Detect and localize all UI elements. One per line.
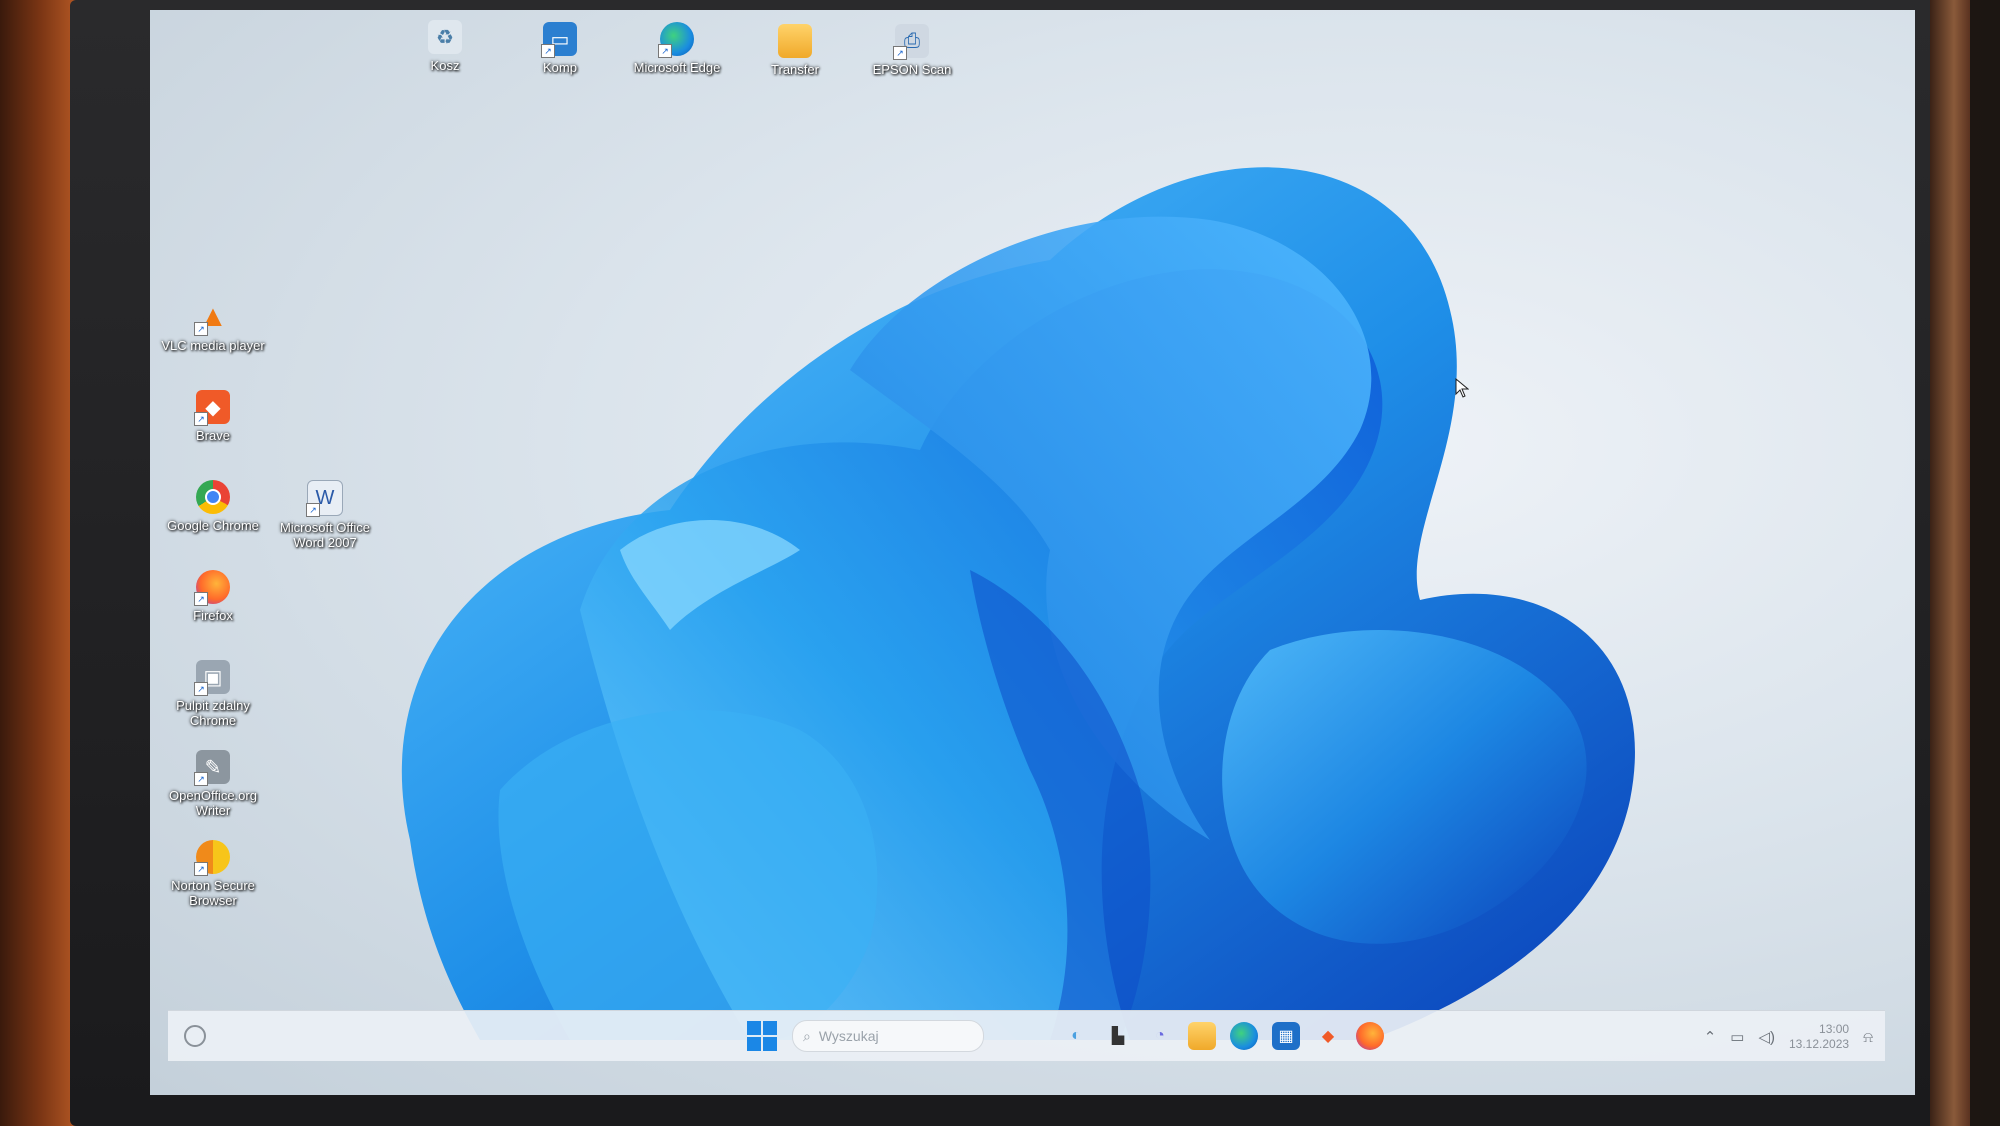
desktop-icon-firefox[interactable]: ↗ Firefox xyxy=(158,570,268,623)
chrome-icon xyxy=(196,480,230,514)
word-icon: W ↗ xyxy=(306,480,343,517)
norton-browser-icon: ↗ xyxy=(194,840,230,876)
desktop-icon-label: Microsoft Office Word 2007 xyxy=(279,520,371,550)
chevron-up-icon[interactable]: ⌃ xyxy=(1704,1028,1717,1046)
desktop-icon-komp[interactable]: ▭ ↗ Komp xyxy=(505,22,615,75)
desktop-icon-label: Transfer xyxy=(771,62,819,77)
windows-logo-square xyxy=(747,1037,761,1051)
desktop-icon-label: Kosz xyxy=(430,58,460,73)
task-view-icon[interactable]: ▙ xyxy=(1104,1022,1132,1050)
desktop-icon-openoffice-writer[interactable]: ✎ ↗ OpenOffice.org Writer xyxy=(158,750,268,818)
edge-icon: ↗ xyxy=(658,22,694,58)
clock[interactable]: 13:00 13.12.2023 xyxy=(1789,1022,1849,1052)
clock-time: 13:00 xyxy=(1819,1022,1850,1036)
copilot-icon[interactable]: ◐ xyxy=(1062,1022,1090,1050)
file-explorer-icon[interactable] xyxy=(1188,1022,1216,1050)
recycle-bin-icon: ♻ xyxy=(428,20,462,54)
network-icon[interactable]: ▭ xyxy=(1730,1028,1744,1046)
scanner-icon: ⎙ ↗ xyxy=(893,24,929,60)
brave-icon[interactable]: ◆ xyxy=(1314,1022,1342,1050)
taskbar-search[interactable]: ⌕ Wyszukaj xyxy=(792,1020,984,1052)
store-icon[interactable]: ▦ xyxy=(1272,1022,1300,1050)
taskbar: ⌕ Wyszukaj ◐ ▙ ◔ ▦ ◆ ⌃ ▭ ◁) 13:00 13.12.… xyxy=(168,1010,1885,1061)
desktop-icon-microsoft-edge[interactable]: ↗ Microsoft Edge xyxy=(622,22,732,75)
desktop-icon-epson-scan[interactable]: ⎙ ↗ EPSON Scan xyxy=(857,24,967,77)
folder-icon xyxy=(778,24,812,58)
desktop-icon-label: Firefox xyxy=(193,608,233,623)
desktop-icon-word-2007[interactable]: W ↗ Microsoft Office Word 2007 xyxy=(270,480,380,550)
desktop-icon-pulpit-zdalny-chrome[interactable]: ▣ ↗ Pulpit zdalny Chrome xyxy=(158,660,268,728)
firefox-icon[interactable] xyxy=(1356,1022,1384,1050)
clock-date: 13.12.2023 xyxy=(1789,1037,1850,1051)
desktop-icon-label: Google Chrome xyxy=(167,518,259,533)
chat-icon[interactable]: ◔ xyxy=(1146,1022,1174,1050)
desktop-icon-label: OpenOffice.org Writer xyxy=(169,788,257,818)
monitor-edge xyxy=(1930,0,1970,1126)
system-tray: ⌃ ▭ ◁) 13:00 13.12.2023 ⍾ xyxy=(1704,1017,1873,1057)
windows-logo-square xyxy=(763,1037,777,1051)
desktop-icon-vlc[interactable]: ▲ ↗ VLC media player xyxy=(158,300,268,353)
mouse-cursor-icon xyxy=(1455,378,1469,398)
desktop-icon-label: VLC media player xyxy=(161,338,265,353)
widgets-icon[interactable] xyxy=(184,1025,206,1047)
remote-desktop-icon: ▣ ↗ xyxy=(194,660,230,696)
firefox-icon: ↗ xyxy=(194,570,230,606)
vlc-icon: ▲ ↗ xyxy=(194,300,230,336)
desktop-icon-google-chrome[interactable]: Google Chrome xyxy=(158,480,268,533)
desktop-icon-label: Norton Secure Browser xyxy=(171,878,255,908)
brave-icon: ◆ ↗ xyxy=(194,390,230,426)
desktop-icon-kosz[interactable]: ♻ Kosz xyxy=(390,20,500,73)
search-placeholder: Wyszukaj xyxy=(818,1028,879,1044)
desktop-icon-label: EPSON Scan xyxy=(872,62,952,77)
windows-logo-square xyxy=(763,1021,777,1035)
computer-icon: ▭ ↗ xyxy=(541,22,577,58)
wallpaper-bloom xyxy=(401,167,1635,1041)
desktop-icon-label: Microsoft Edge xyxy=(633,60,721,75)
desktop-icon-label: Komp xyxy=(543,60,577,75)
volume-icon[interactable]: ◁) xyxy=(1758,1028,1775,1046)
start-button[interactable] xyxy=(746,1020,778,1052)
desktop-icon-norton-secure-browser[interactable]: ↗ Norton Secure Browser xyxy=(158,840,268,908)
desktop-icon-label: Pulpit zdalny Chrome xyxy=(176,698,250,728)
openoffice-writer-icon: ✎ ↗ xyxy=(194,750,230,786)
search-icon: ⌕ xyxy=(803,1027,811,1044)
notification-bell-icon[interactable]: ⍾ xyxy=(1863,1029,1873,1046)
desktop-icon-label: Brave xyxy=(196,428,230,443)
edge-icon[interactable] xyxy=(1230,1022,1258,1050)
windows-logo-square xyxy=(747,1021,761,1035)
desktop-icon-brave[interactable]: ◆ ↗ Brave xyxy=(158,390,268,443)
desktop-icon-transfer[interactable]: Transfer xyxy=(740,24,850,77)
taskbar-center: ⌕ Wyszukaj ◐ ▙ ◔ ▦ ◆ xyxy=(746,1019,1384,1053)
desktop-screen: ♻ Kosz ▭ ↗ Komp ↗ Microsoft Edge Transfer… xyxy=(150,10,1915,1095)
